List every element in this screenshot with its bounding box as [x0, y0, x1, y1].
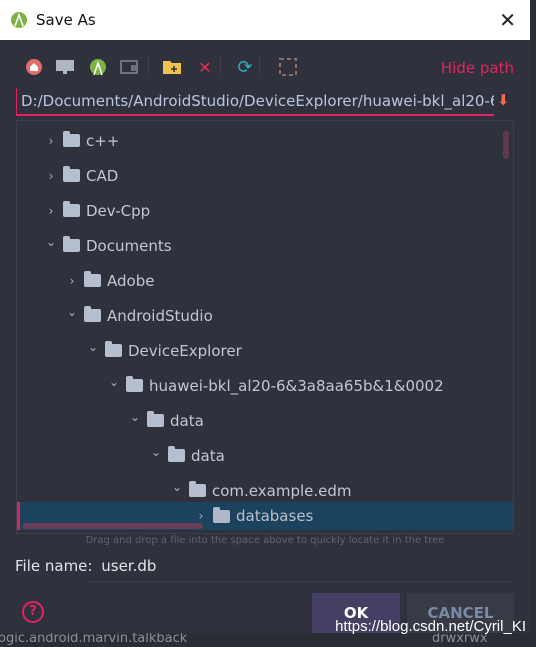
- toolbar-separator: [259, 56, 260, 78]
- android-project-icon[interactable]: [88, 57, 108, 77]
- home-icon[interactable]: [24, 57, 44, 77]
- tree-item-label: huawei-bkl_al20-6&3a8aa65b&1&0002: [149, 376, 444, 395]
- select-area-icon[interactable]: [278, 57, 298, 77]
- folder-icon: [84, 306, 101, 322]
- horizontal-scrollbar[interactable]: [23, 523, 203, 529]
- tree-item[interactable]: › Dev-Cpp: [17, 193, 513, 228]
- toolbar-separator: [220, 56, 221, 78]
- folder-icon: [63, 236, 80, 252]
- folder-icon: [84, 271, 101, 287]
- tree-item-label: Adobe: [107, 271, 155, 290]
- folder-icon: [189, 481, 206, 497]
- file-name-row: File name: user.db: [15, 557, 156, 575]
- chevron-down-icon[interactable]: ⌄: [150, 445, 162, 459]
- chevron-right-icon[interactable]: ›: [45, 169, 57, 183]
- android-studio-icon: [11, 12, 27, 28]
- file-tree[interactable]: › c++ › CAD › Dev-Cpp ⌄ Documents › Adobe ⌄ Android…: [16, 120, 514, 534]
- chevron-right-icon[interactable]: ›: [195, 509, 207, 523]
- chevron-right-icon[interactable]: ›: [45, 204, 57, 218]
- tree-item[interactable]: ⌄ Documents: [17, 228, 513, 263]
- download-icon[interactable]: ⬇: [497, 91, 510, 109]
- chevron-down-icon[interactable]: ⌄: [171, 480, 183, 494]
- tree-item[interactable]: ⌄ huawei-bkl_al20-6&3a8aa65b&1&0002: [17, 368, 513, 403]
- tree-item-label: AndroidStudio: [107, 306, 213, 325]
- folder-icon: [63, 131, 80, 147]
- chevron-down-icon[interactable]: ⌄: [66, 305, 78, 319]
- tree-item[interactable]: › c++: [17, 123, 513, 158]
- tree-item[interactable]: ⌄ DeviceExplorer: [17, 333, 513, 368]
- refresh-icon[interactable]: ⟳: [235, 57, 255, 78]
- tree-item-label: data: [191, 446, 225, 465]
- tree-item-label: com.example.edm: [212, 481, 352, 500]
- help-icon[interactable]: ?: [22, 601, 44, 623]
- background-text: ogic.android.marvin.talkback: [0, 631, 188, 646]
- folder-icon: [63, 201, 80, 217]
- drag-drop-hint: Drag and drop a file into the space abov…: [85, 535, 445, 546]
- chevron-down-icon[interactable]: ⌄: [108, 375, 120, 389]
- module-icon[interactable]: [120, 57, 140, 77]
- window-title: Save As: [36, 11, 96, 29]
- tree-item-label: databases: [236, 507, 314, 525]
- tree-item-label: DeviceExplorer: [128, 341, 242, 360]
- chevron-down-icon[interactable]: ⌄: [45, 235, 57, 249]
- chevron-right-icon[interactable]: ›: [66, 274, 78, 288]
- tree-item[interactable]: › Adobe: [17, 263, 513, 298]
- chevron-down-icon[interactable]: ⌄: [87, 340, 99, 354]
- folder-icon: [147, 411, 164, 427]
- tree-item[interactable]: ⌄ data: [17, 438, 513, 473]
- tree-item[interactable]: ⌄ data: [17, 403, 513, 438]
- tree-item-label: CAD: [86, 166, 119, 185]
- delete-icon[interactable]: ✕: [195, 57, 215, 77]
- folder-icon: [63, 166, 80, 182]
- close-button[interactable]: ✕: [499, 8, 516, 32]
- file-name-label: File name:: [15, 557, 93, 575]
- tree-item[interactable]: ⌄ AndroidStudio: [17, 298, 513, 333]
- chevron-down-icon[interactable]: ⌄: [129, 410, 141, 424]
- tree-item[interactable]: › CAD: [17, 158, 513, 193]
- folder-icon: [105, 341, 122, 357]
- folder-icon: [168, 446, 185, 462]
- folder-icon: [213, 506, 230, 523]
- tree-item-label: c++: [86, 131, 120, 150]
- toolbar-separator: [148, 56, 149, 78]
- new-folder-icon[interactable]: [162, 57, 182, 77]
- title-bar: Save As ✕: [0, 0, 530, 40]
- folder-icon: [126, 376, 143, 392]
- tree-item-label: Documents: [86, 236, 172, 255]
- watermark: https://blog.csdn.net/Cyril_KI: [335, 618, 526, 635]
- chevron-right-icon[interactable]: ›: [45, 134, 57, 148]
- hide-path-link[interactable]: Hide path: [441, 59, 514, 77]
- tree-item-label: data: [170, 411, 204, 430]
- tree-item-label: Dev-Cpp: [86, 201, 151, 220]
- path-input[interactable]: D:/Documents/AndroidStudio/DeviceExplore…: [16, 88, 494, 116]
- file-name-underline: [86, 581, 514, 582]
- save-as-dialog: Save As ✕ ✕ ⟳ Hide path D:/Documents/And…: [0, 0, 530, 633]
- file-name-input[interactable]: user.db: [101, 557, 156, 575]
- desktop-icon[interactable]: [55, 57, 75, 77]
